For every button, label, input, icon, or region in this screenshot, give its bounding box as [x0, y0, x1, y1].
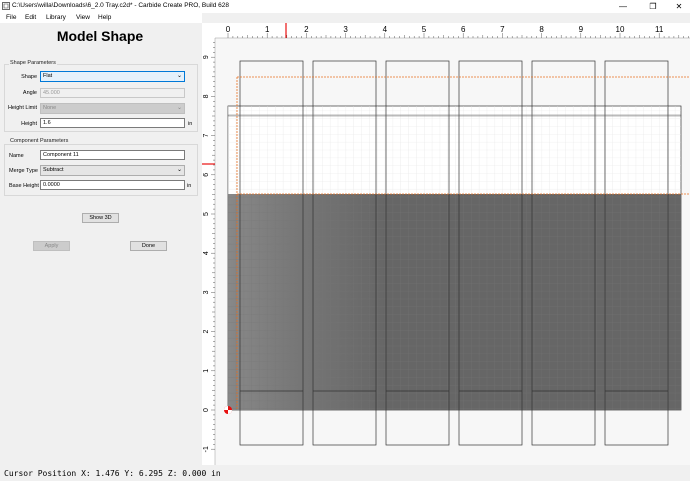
shape-select-value: Flat: [43, 73, 53, 79]
close-button[interactable]: ✕: [668, 0, 690, 13]
component-name-field[interactable]: Component 11: [40, 150, 185, 160]
carbide-create-app-icon: [2, 2, 10, 10]
base-height-unit: in: [187, 183, 192, 189]
merge-type-label: Merge Type: [9, 168, 38, 174]
y-tick-label: 1: [203, 369, 210, 373]
x-tick-label: 0: [226, 25, 231, 34]
chevron-down-icon: ⌄: [176, 73, 182, 79]
shape-parameters-title: Shape Parameters: [9, 60, 57, 66]
panel-heading: Model Shape: [56, 28, 144, 44]
x-tick-label: 7: [500, 25, 505, 34]
shape-select[interactable]: Flat ⌄: [40, 71, 185, 82]
height-limit-value: None: [43, 105, 57, 111]
minimize-button[interactable]: —: [612, 0, 634, 13]
shaded-region-grid: [228, 194, 681, 410]
height-unit: in: [188, 121, 193, 127]
y-tick-label: 7: [203, 134, 210, 138]
angle-label: Angle: [22, 90, 37, 96]
vertical-ruler: [202, 23, 215, 465]
menu-edit[interactable]: Edit: [25, 14, 36, 21]
height-field[interactable]: 1.6: [40, 118, 185, 128]
status-bar: Cursor Position X: 1.476 Y: 6.295 Z: 0.0…: [0, 465, 690, 481]
merge-type-select[interactable]: Subtract ⌄: [40, 165, 185, 176]
component-parameters-title: Component Parameters: [9, 138, 70, 144]
height-label: Height: [21, 121, 37, 127]
origin-marker-icon: [224, 406, 232, 414]
menu-file[interactable]: File: [6, 14, 16, 21]
name-label: Name: [9, 153, 24, 159]
x-tick-label: 6: [461, 25, 466, 34]
x-tick-label: 9: [579, 25, 584, 34]
y-tick-label: 9: [203, 55, 210, 59]
x-tick-label: 3: [343, 25, 348, 34]
height-limit-label: Height Limit: [7, 105, 37, 111]
restore-button[interactable]: ❐: [642, 0, 664, 13]
chevron-down-icon: ⌄: [176, 105, 182, 111]
x-tick-label: 5: [422, 25, 427, 34]
base-height-field[interactable]: 0.0000: [40, 180, 185, 190]
menu-bar: File Edit Library View Help: [0, 13, 202, 23]
apply-button[interactable]: Apply: [33, 241, 70, 251]
menu-help[interactable]: Help: [98, 14, 111, 21]
x-tick-label: 2: [304, 25, 309, 34]
base-height-label: Base Height: [9, 183, 39, 189]
design-canvas[interactable]: 0 1 2 3 4 5 6 7 8 9 10 11 9 8 7 6 5 4 3 2 1 0 -1: [202, 23, 690, 465]
y-tick-label: 3: [203, 290, 210, 294]
y-tick-label: 6: [203, 173, 210, 177]
x-tick-label: 11: [655, 25, 664, 34]
menu-library[interactable]: Library: [46, 14, 66, 21]
title-bar: C:\Users\willa\Downloads\6_2.0 Tray.c2d*…: [0, 0, 690, 13]
window-title: C:\Users\willa\Downloads\6_2.0 Tray.c2d*…: [12, 2, 230, 9]
angle-field[interactable]: 45.000: [40, 88, 185, 98]
x-tick-label: 1: [265, 25, 270, 34]
show-3d-button[interactable]: Show 3D: [82, 213, 119, 223]
done-button[interactable]: Done: [130, 241, 167, 251]
merge-type-value: Subtract: [43, 167, 64, 173]
x-tick-label: 8: [539, 25, 544, 34]
menu-view[interactable]: View: [76, 14, 90, 21]
shape-label: Shape: [21, 74, 37, 80]
y-tick-label: 4: [203, 251, 210, 255]
y-tick-label: 0: [203, 408, 210, 412]
y-tick-label: 8: [203, 94, 210, 98]
chevron-down-icon: ⌄: [176, 167, 182, 173]
x-tick-label: 4: [383, 25, 388, 34]
cursor-position-readout: Cursor Position X: 1.476 Y: 6.295 Z: 0.0…: [4, 469, 221, 478]
y-tick-label: -1: [203, 446, 210, 452]
height-limit-select[interactable]: None ⌄: [40, 103, 185, 114]
y-tick-label: 2: [203, 330, 210, 334]
y-tick-label: 5: [203, 212, 210, 216]
x-tick-label: 10: [616, 25, 625, 34]
